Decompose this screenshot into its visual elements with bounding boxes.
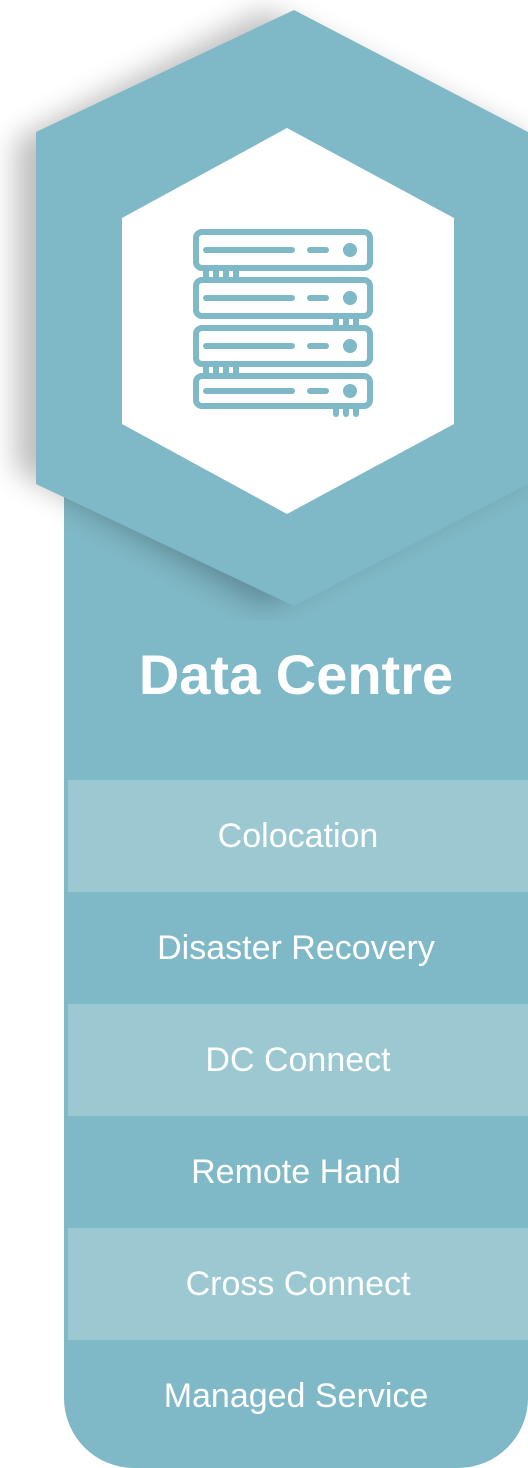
service-menu: Colocation Disaster Recovery DC Connect … [64,780,528,1452]
data-centre-card: Data Centre Colocation Disaster Recovery… [0,0,528,1468]
menu-item-dc-connect[interactable]: DC Connect [68,1004,528,1116]
menu-item-disaster-recovery[interactable]: Disaster Recovery [64,892,528,1004]
menu-item-colocation[interactable]: Colocation [68,780,528,892]
hexagon-badge [16,10,528,606]
menu-item-managed-service[interactable]: Managed Service [64,1340,528,1452]
card-title: Data Centre [138,643,454,706]
menu-item-remote-hand[interactable]: Remote Hand [64,1116,528,1228]
menu-item-cross-connect[interactable]: Cross Connect [68,1228,528,1340]
